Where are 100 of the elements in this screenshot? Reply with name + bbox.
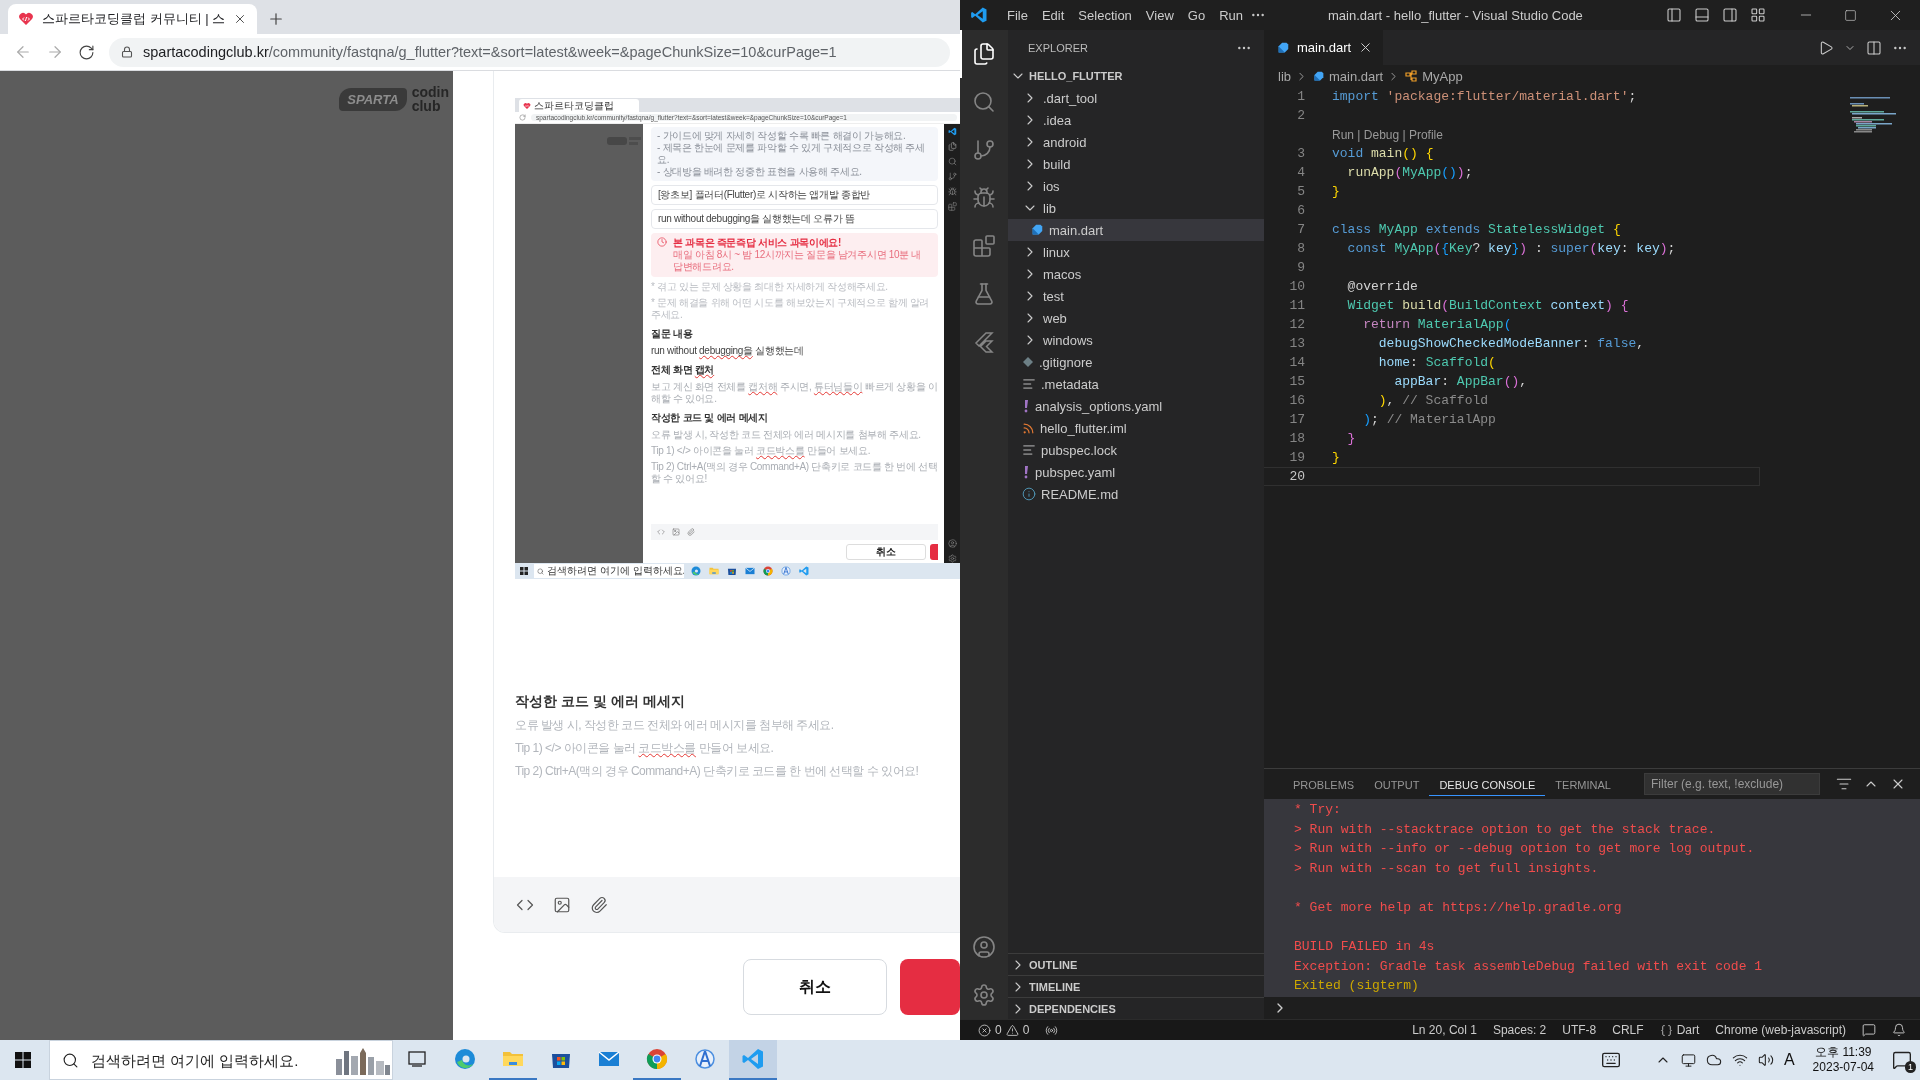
tree-folder[interactable]: .dart_tool [1008,87,1264,109]
split-editor-icon[interactable] [1866,39,1882,56]
status-item[interactable]: Spaces: 2 [1484,1023,1555,1037]
tree-document[interactable]: README.md [1008,483,1264,505]
lines-icon [1022,377,1036,391]
breadcrumb-item[interactable]: MyApp [1404,68,1463,84]
status-item[interactable]: UTF-8 [1554,1023,1605,1037]
windows-logo-icon[interactable] [15,1052,31,1068]
settings-icon[interactable] [972,983,996,1007]
menu-item[interactable]: Selection [1071,7,1139,23]
code-line: @override [1346,279,1418,294]
run-icon[interactable] [1818,39,1834,56]
panel-right-icon[interactable] [1722,7,1738,23]
section-heading: 작성한 코드 및 에러 메세지 [651,411,769,425]
clock[interactable]: 오후 11:39 2023-07-04 [1812,1045,1874,1075]
clear-list-icon[interactable] [1836,776,1852,792]
bell-icon[interactable] [1892,1023,1906,1037]
cancel-button[interactable]: 취소 [743,959,887,1015]
filter-field[interactable]: Filter (e.g. text, !exclude) [1644,773,1820,795]
status-item[interactable]: CRLF [1604,1023,1652,1037]
line-number: 5 [1296,184,1305,199]
taskbar-app[interactable] [729,1040,777,1080]
tree-document[interactable]: hello_flutter.iml [1008,417,1264,439]
exclamation-icon [1022,465,1030,479]
panel-left-icon[interactable] [1666,7,1682,23]
account-icon[interactable] [972,935,996,959]
tree-folder[interactable]: build [1008,153,1264,175]
menu-item[interactable]: Edit [1034,7,1072,23]
tree-document[interactable]: .gitignore [1008,351,1264,373]
panel-tab[interactable]: PROBLEMS [1283,772,1365,796]
line-number: 12 [1288,317,1305,332]
tree-folder[interactable]: ios [1008,175,1264,197]
tree-folder[interactable]: linux [1008,241,1264,263]
vscode-logo-icon [948,127,957,136]
tree-document[interactable]: .metadata [1008,373,1264,395]
breadcrumb-item[interactable]: main.dart [1312,68,1384,84]
hint-text: Tip 1) </> 아이콘을 눌러 코드박스를 만들어 보세요. [651,445,872,457]
image-icon [672,528,680,536]
codelens-links[interactable]: Run | Debug | Profile [1332,127,1443,142]
menu-item[interactable]: Run [1212,7,1250,23]
panel-tab[interactable]: DEBUG CONSOLE [1429,772,1546,796]
line-number: 4 [1296,165,1305,180]
paperclip-icon [687,528,695,536]
panel-tab[interactable]: OUTPUT [1364,772,1430,796]
problems-status[interactable]: 0 0 [970,1023,1038,1037]
line-number: 20 [1288,469,1305,484]
vscode-logo-icon [970,6,988,24]
files-icon [948,142,957,151]
search-field[interactable]: 검색하려면 여기에 입력하세요. [89,1050,322,1070]
tree-folder[interactable]: android [1008,131,1264,153]
tree-folder[interactable]: macos [1008,263,1264,285]
broadcast-icon[interactable] [1045,1023,1059,1037]
device-status[interactable]: Chrome (web-javascript) [1707,1023,1854,1037]
folder-header[interactable]: HELLO_FLUTTER [1008,65,1264,87]
maximize-icon[interactable] [1844,8,1857,22]
code-line: import 'package:flutter/material.dart'; [1332,89,1637,104]
section-header[interactable]: TIMELINE [1008,975,1264,997]
tree-document[interactable]: main.dart [1008,219,1264,241]
browser-tab[interactable]: 스파르타코딩클럽 커뮤니티 | 스 [8,4,258,34]
reload-icon[interactable] [78,43,95,61]
section-header[interactable]: OUTLINE [1008,953,1264,975]
feedback-icon[interactable] [1862,1023,1876,1037]
network-icon[interactable] [1731,1052,1748,1068]
tree-folder[interactable]: .idea [1008,109,1264,131]
panel-tab[interactable]: TERMINAL [1545,772,1621,796]
status-item[interactable]: Ln 20, Col 1 [1404,1023,1485,1037]
menu-item[interactable]: File [1000,7,1035,23]
address-bar[interactable]: spartacodingclub.kr/community/fastqna/g_flutter?text=&sort=latest&week=&pageChunkSize=10&curPage=1 [109,37,950,67]
breadcrumb-item[interactable]: lib [1278,68,1291,84]
tree-document[interactable]: pubspec.yaml [1008,461,1264,483]
tree-document[interactable]: pubspec.lock [1008,439,1264,461]
taskbar-search[interactable]: 검색하려면 여기에 입력하세요. [49,1040,393,1080]
editor-tab[interactable]: main.dart [1264,30,1384,65]
heart-code-icon [18,11,34,27]
menu-item[interactable]: Go [1180,7,1213,23]
mail-icon [744,565,756,577]
language-status[interactable]: Dart [1651,1023,1708,1037]
line-number: 13 [1288,336,1305,351]
monitor-icon[interactable] [1680,1052,1696,1068]
settings-icon [948,554,957,563]
layout-icon[interactable] [1750,7,1766,23]
keyboard-icon[interactable] [1600,1050,1621,1070]
section-heading: 작성한 코드 및 에러 메세지 [515,693,686,711]
menu-item[interactable]: View [1138,7,1181,23]
line-number: 8 [1296,241,1305,256]
input-method[interactable]: A [1783,1051,1795,1069]
panel-bottom-icon[interactable] [1694,7,1710,23]
info-icon [1022,487,1036,501]
tree-folder[interactable]: windows [1008,329,1264,351]
volume-icon[interactable] [1757,1052,1774,1068]
exclamation-icon [1022,399,1030,413]
paperclip-icon[interactable] [590,895,608,914]
image-icon[interactable] [553,895,571,914]
tree-folder[interactable]: web [1008,307,1264,329]
flask-icon [972,282,996,306]
tree-folder[interactable]: lib [1008,197,1264,219]
cloud-icon[interactable] [1705,1052,1722,1068]
search-icon [948,157,957,166]
tree-document[interactable]: analysis_options.yaml [1008,395,1264,417]
tree-folder[interactable]: test [1008,285,1264,307]
